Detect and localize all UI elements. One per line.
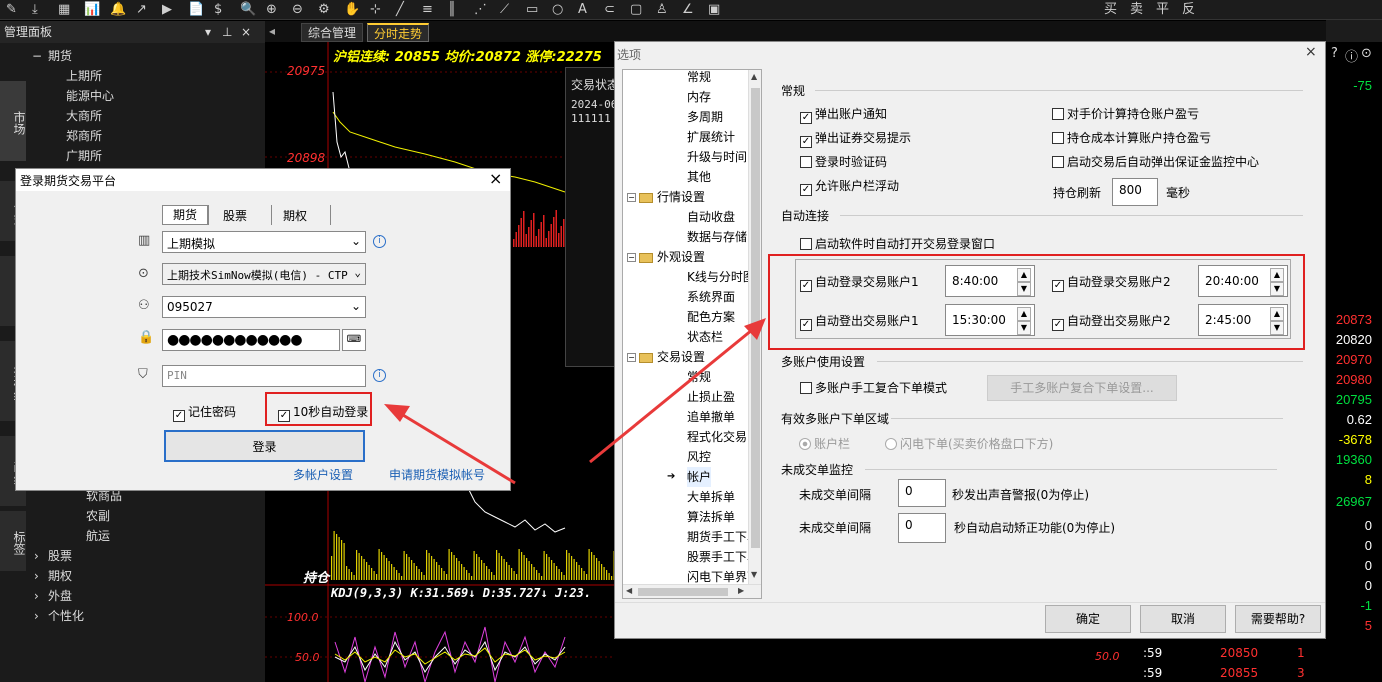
annotation-arrows bbox=[384, 318, 766, 485]
arrow-line bbox=[589, 328, 753, 464]
arrow-line bbox=[397, 410, 516, 485]
arrow-head bbox=[744, 318, 766, 340]
arrow-head bbox=[384, 404, 410, 422]
